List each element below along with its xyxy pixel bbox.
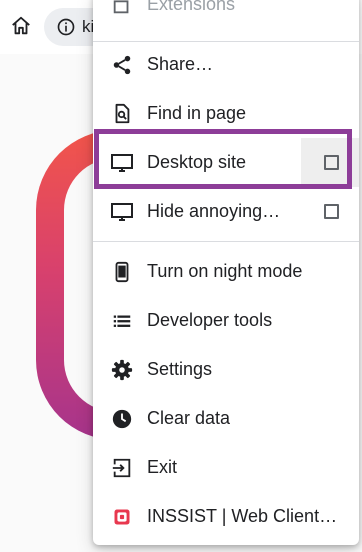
menu-item-exit[interactable]: Exit: [93, 443, 359, 492]
list-icon: [110, 309, 134, 333]
menu-item-label: Desktop site: [147, 152, 247, 172]
menu-item-clear-data[interactable]: Clear data: [93, 394, 359, 443]
menu-item-night-mode[interactable]: Turn on night mode: [93, 247, 359, 296]
desktop-site-checkbox[interactable]: [324, 155, 339, 170]
menu-item-extensions[interactable]: Extensions: [93, 0, 359, 29]
menu-item-label: Settings: [147, 359, 213, 379]
menu-item-label: Developer tools: [147, 310, 273, 330]
menu-item-label: Extensions: [147, 0, 236, 14]
menu-item-find-in-page[interactable]: Find in page: [93, 89, 359, 138]
clock-icon: [110, 407, 134, 431]
menu-item-label: Exit: [147, 457, 178, 477]
menu-item-desktop-site[interactable]: Desktop site: [93, 138, 359, 187]
extension-icon: [110, 0, 134, 17]
menu-divider: [93, 241, 359, 242]
phone-icon: [110, 260, 134, 284]
home-icon: [12, 16, 30, 35]
menu-item-hide-annoying[interactable]: Hide annoying…: [93, 187, 359, 236]
hide-annoying-checkbox[interactable]: [324, 204, 339, 219]
menu-item-label: Share…: [147, 54, 214, 74]
menu-item-label: Hide annoying…: [147, 201, 281, 221]
menu-item-share[interactable]: Share…: [93, 40, 359, 89]
menu-item-inssist[interactable]: INSSIST | Web Client…: [93, 492, 359, 541]
menu-item-label: Find in page: [147, 103, 247, 123]
find-in-page-icon: [110, 102, 134, 126]
menu-item-label: Turn on night mode: [147, 261, 303, 281]
menu-item-developer-tools[interactable]: Developer tools: [93, 296, 359, 345]
menu-item-label: INSSIST | Web Client…: [147, 506, 338, 526]
info-icon[interactable]: [56, 17, 76, 37]
menu-item-settings[interactable]: Settings: [93, 345, 359, 394]
gear-icon: [110, 358, 134, 382]
inssist-icon: [110, 505, 134, 529]
share-icon: [110, 53, 134, 77]
menu-item-label: Clear data: [147, 408, 231, 428]
desktop-icon: [110, 200, 134, 224]
exit-icon: [110, 456, 134, 480]
home-button[interactable]: [8, 12, 34, 40]
desktop-icon: [110, 151, 134, 175]
overflow-menu: Extensions Share… Find in page Desktop s…: [93, 0, 359, 545]
